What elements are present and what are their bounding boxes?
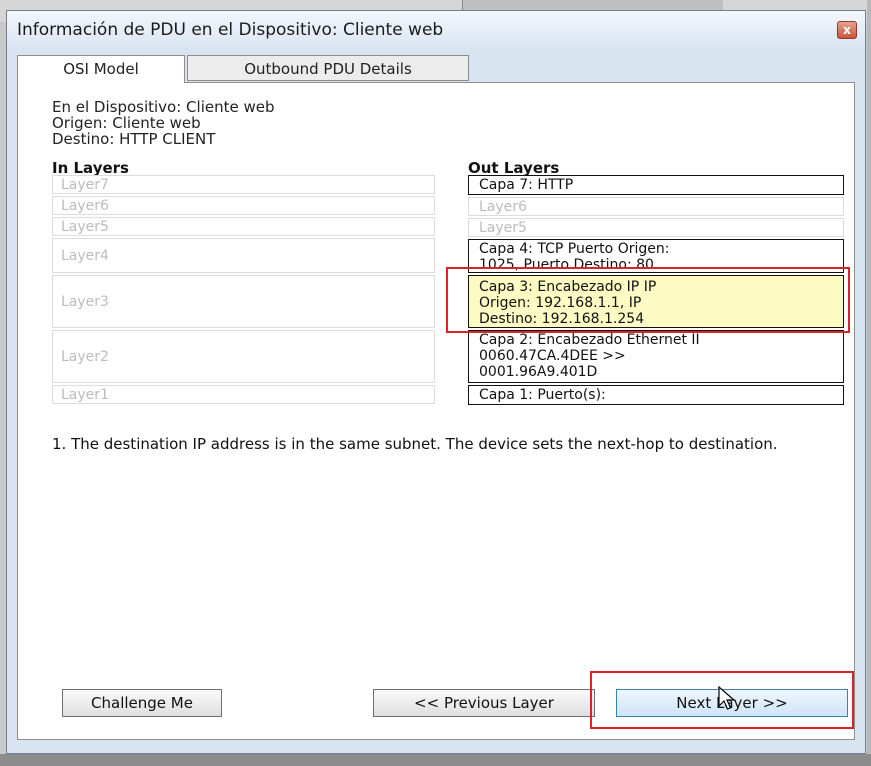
layer-description: 1. The destination IP address is in the … [52,435,778,453]
window-title: Información de PDU en el Dispositivo: Cl… [17,20,444,40]
in-layer-label: Layer2 [61,348,109,365]
mouse-cursor-icon [718,686,736,710]
in-layer-label: Layer7 [61,176,109,193]
in-layer-5[interactable]: Layer5 [52,217,435,236]
in-layer-label: Layer5 [61,218,109,235]
close-icon: x [843,23,851,37]
close-button[interactable]: x [837,21,857,39]
out-layer-5[interactable]: Layer5 [468,218,844,237]
osi-model-panel: En el Dispositivo: Cliente web Origen: C… [17,82,855,740]
out-layer-line: Capa 7: HTTP [479,177,574,193]
title-bar[interactable]: Información de PDU en el Dispositivo: Cl… [7,11,865,47]
tab-osi-model[interactable]: OSI Model [17,55,185,83]
tab-outbound-pdu-details[interactable]: Outbound PDU Details [187,55,469,81]
out-layer-2[interactable]: Capa 2: Encabezado Ethernet II 0060.47CA… [468,330,844,383]
in-layer-label: Layer1 [61,386,109,403]
destination-label: Destino: HTTP CLIENT [52,130,216,148]
out-layer-line: Layer6 [479,199,527,215]
out-layer-7[interactable]: Capa 7: HTTP [468,175,844,195]
in-layer-label: Layer3 [61,293,109,310]
in-layer-label: Layer4 [61,247,109,264]
in-layer-6[interactable]: Layer6 [52,196,435,215]
in-layer-label: Layer6 [61,197,109,214]
out-layer-1[interactable]: Capa 1: Puerto(s): [468,385,844,405]
challenge-me-button[interactable]: Challenge Me [62,689,222,717]
in-layer-4[interactable]: Layer4 [52,238,435,273]
out-layer-line: Capa 4: TCP Puerto Origen: [479,241,670,257]
out-layer-6[interactable]: Layer6 [468,197,844,216]
out-layer-line: 0060.47CA.4DEE >> [479,348,626,364]
in-layer-1[interactable]: Layer1 [52,385,435,404]
in-layer-7[interactable]: Layer7 [52,175,435,194]
in-layer-3[interactable]: Layer3 [52,275,435,328]
background-bottom-edge [0,754,871,766]
out-layer-line: Capa 1: Puerto(s): [479,387,606,403]
out-layer-line: Layer5 [479,220,527,236]
background-right-edge [867,0,871,766]
in-layer-2[interactable]: Layer2 [52,330,435,383]
out-layer-line: 0001.96A9.401D [479,364,598,380]
previous-layer-button[interactable]: << Previous Layer [373,689,595,717]
selected-layer-highlight [446,267,850,333]
pdu-info-dialog: Información de PDU en el Dispositivo: Cl… [6,10,866,754]
out-layer-line: Capa 2: Encabezado Ethernet II [479,332,700,348]
